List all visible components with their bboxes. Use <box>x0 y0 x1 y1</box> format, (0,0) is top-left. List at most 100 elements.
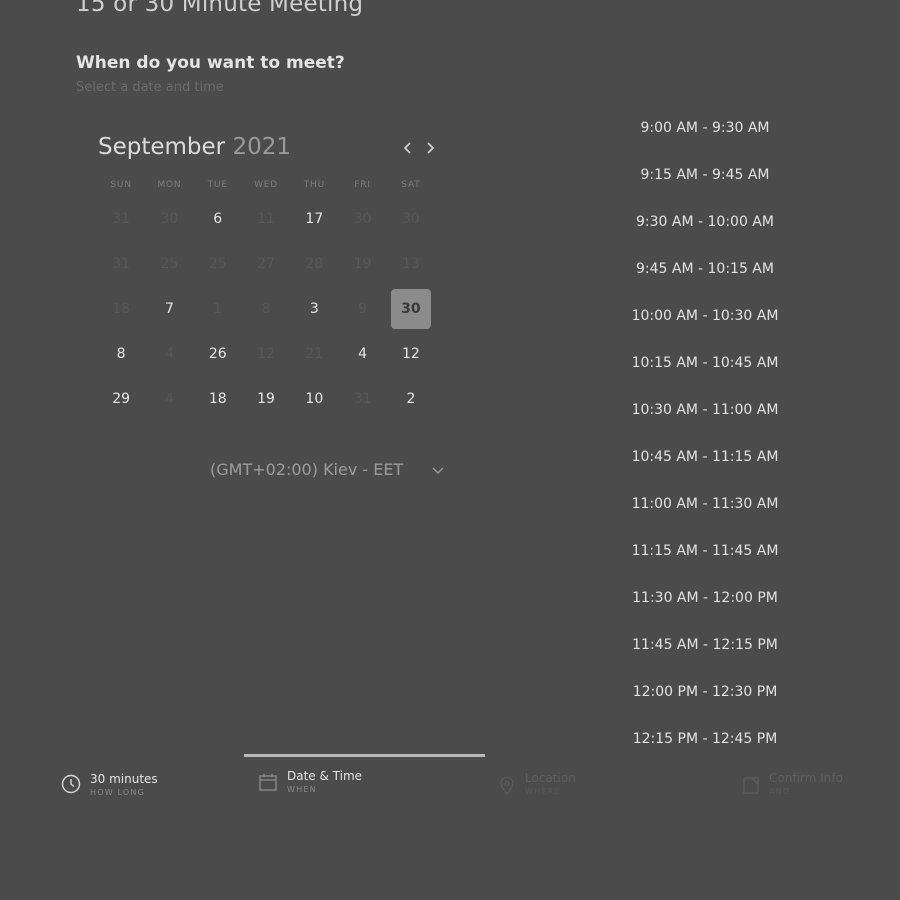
calendar-day[interactable]: 12 <box>387 331 435 376</box>
calendar-day-number: 4 <box>358 345 368 362</box>
calendar-day-number: 11 <box>257 210 275 227</box>
calendar-year: 2021 <box>232 134 291 160</box>
calendar-day[interactable]: 7 <box>145 286 193 331</box>
calendar-day-number: 10 <box>305 390 324 407</box>
calendar-day-number: 25 <box>160 255 179 272</box>
calendar-day: 28 <box>290 241 338 286</box>
calendar-day-number: 31 <box>353 390 372 407</box>
calendar-day: 9 <box>338 286 386 331</box>
step-label: 30 minutes <box>90 772 158 786</box>
time-slot-button[interactable]: 9:45 AM - 10:15 AM <box>605 245 805 292</box>
form-icon <box>743 777 759 794</box>
calendar-day[interactable]: 17 <box>290 196 338 241</box>
calendar-day-number: 31 <box>112 210 131 227</box>
calendar-day: 8 <box>242 286 290 331</box>
step-sublabel: AND <box>769 787 791 796</box>
calendar-day-number: 30 <box>402 210 420 227</box>
time-slot-button[interactable]: 11:15 AM - 11:45 AM <box>605 527 805 574</box>
time-slot-button[interactable]: 10:45 AM - 11:15 AM <box>605 433 805 480</box>
page-title: 15 or 30 Minute Meeting <box>76 0 364 17</box>
calendar-day[interactable]: 4 <box>338 331 386 376</box>
timezone-select[interactable]: (GMT+02:00) Kiev - EET <box>210 460 403 479</box>
calendar-day-number: 29 <box>112 390 131 407</box>
calendar-day-number: 4 <box>164 390 174 407</box>
step-label: Location <box>525 771 576 785</box>
chevron-down-icon <box>432 467 444 474</box>
time-slot-button[interactable]: 10:00 AM - 10:30 AM <box>605 292 805 339</box>
calendar-day-number: 28 <box>305 255 324 272</box>
chevron-left-icon <box>403 142 411 154</box>
time-slot-list: 9:00 AM - 9:30 AM 9:15 AM - 9:45 AM 9:30 A… <box>605 104 805 762</box>
next-month-button[interactable] <box>421 138 439 158</box>
calendar-day[interactable]: 2 <box>387 376 435 421</box>
weekday-label: WED <box>254 180 278 190</box>
calendar-day-number: 4 <box>164 345 174 362</box>
time-slot-button[interactable]: 12:00 PM - 12:30 PM <box>605 668 805 715</box>
prev-month-button[interactable] <box>399 138 417 158</box>
calendar-day-number: 30 <box>390 288 431 329</box>
calendar-day[interactable]: 3 <box>290 286 338 331</box>
calendar-day[interactable]: 26 <box>194 331 242 376</box>
calendar-day-number: 7 <box>164 300 174 317</box>
weekday-label: FRI <box>354 180 371 190</box>
calendar-grid: SUN MON TUE WED THU FRI SAT 31 30 6 11 17 30 30 31 25 25… <box>97 180 435 421</box>
calendar-day-number: 12 <box>402 345 420 362</box>
calendar-day: 31 <box>338 376 386 421</box>
calendar-day: 19 <box>338 241 386 286</box>
time-slot-button[interactable]: 9:00 AM - 9:30 AM <box>605 104 805 151</box>
calendar-day: 31 <box>97 241 145 286</box>
calendar-day: 25 <box>145 241 193 286</box>
step-duration[interactable]: 30 minutes HOW LONG <box>61 766 158 797</box>
calendar-day: 30 <box>145 196 193 241</box>
calendar-day[interactable]: 10 <box>290 376 338 421</box>
calendar-day-number: 30 <box>160 210 179 227</box>
calendar-month-title: September 2021 <box>98 134 291 160</box>
calendar-day: 1 <box>194 286 242 331</box>
time-slot-button[interactable]: 9:15 AM - 9:45 AM <box>605 151 805 198</box>
calendar-icon <box>259 774 277 791</box>
calendar-day-number: 30 <box>353 210 372 227</box>
section-subheading: Select a date and time <box>76 80 224 95</box>
weekday-label: SAT <box>401 180 421 190</box>
calendar-day-number: 19 <box>353 255 372 272</box>
calendar-day[interactable]: 8 <box>97 331 145 376</box>
calendar-day-number: 27 <box>257 255 275 272</box>
calendar-day: 12 <box>242 331 290 376</box>
clock-icon <box>61 774 81 794</box>
time-slot-button[interactable]: 10:30 AM - 11:00 AM <box>605 386 805 433</box>
time-slot-button[interactable]: 9:30 AM - 10:00 AM <box>605 198 805 245</box>
step-progress-indicator <box>244 754 485 757</box>
calendar-day[interactable]: 18 <box>194 376 242 421</box>
step-date-time[interactable]: Date & Time WHEN <box>258 766 362 794</box>
calendar-day-selected[interactable]: 30 <box>387 286 435 331</box>
calendar-day-number: 3 <box>309 300 319 317</box>
calendar-day[interactable]: 6 <box>194 196 242 241</box>
step-location[interactable]: Location WHERE <box>498 766 576 796</box>
calendar-day-number: 26 <box>208 345 227 362</box>
step-sublabel: HOW LONG <box>90 788 146 797</box>
calendar-day-number: 21 <box>305 345 324 362</box>
calendar-day: 31 <box>97 196 145 241</box>
timezone-dropdown-toggle[interactable] <box>430 462 446 478</box>
step-sublabel: WHEN <box>287 785 317 794</box>
step-confirm-info[interactable]: Confirm Info AND <box>742 766 843 796</box>
calendar-day: 4 <box>145 376 193 421</box>
calendar-day[interactable]: 29 <box>97 376 145 421</box>
calendar-day: 13 <box>387 241 435 286</box>
time-slot-button[interactable]: 10:15 AM - 10:45 AM <box>605 339 805 386</box>
time-slot-button[interactable]: 11:00 AM - 11:30 AM <box>605 480 805 527</box>
calendar-day: 30 <box>338 196 386 241</box>
time-slot-button[interactable]: 11:30 AM - 12:00 PM <box>605 574 805 621</box>
calendar-day-number: 8 <box>261 300 271 317</box>
calendar-day-number: 25 <box>208 255 227 272</box>
calendar-day-number: 8 <box>116 345 126 362</box>
step-label: Confirm Info <box>769 771 843 785</box>
calendar-day: 18 <box>97 286 145 331</box>
calendar-day[interactable]: 19 <box>242 376 290 421</box>
calendar-day: 4 <box>145 331 193 376</box>
time-slot-button[interactable]: 11:45 AM - 12:15 PM <box>605 621 805 668</box>
time-slot-button[interactable]: 12:15 PM - 12:45 PM <box>605 715 805 762</box>
weekday-label: TUE <box>207 180 228 190</box>
calendar-day: 21 <box>290 331 338 376</box>
calendar-day-number: 6 <box>213 210 223 227</box>
